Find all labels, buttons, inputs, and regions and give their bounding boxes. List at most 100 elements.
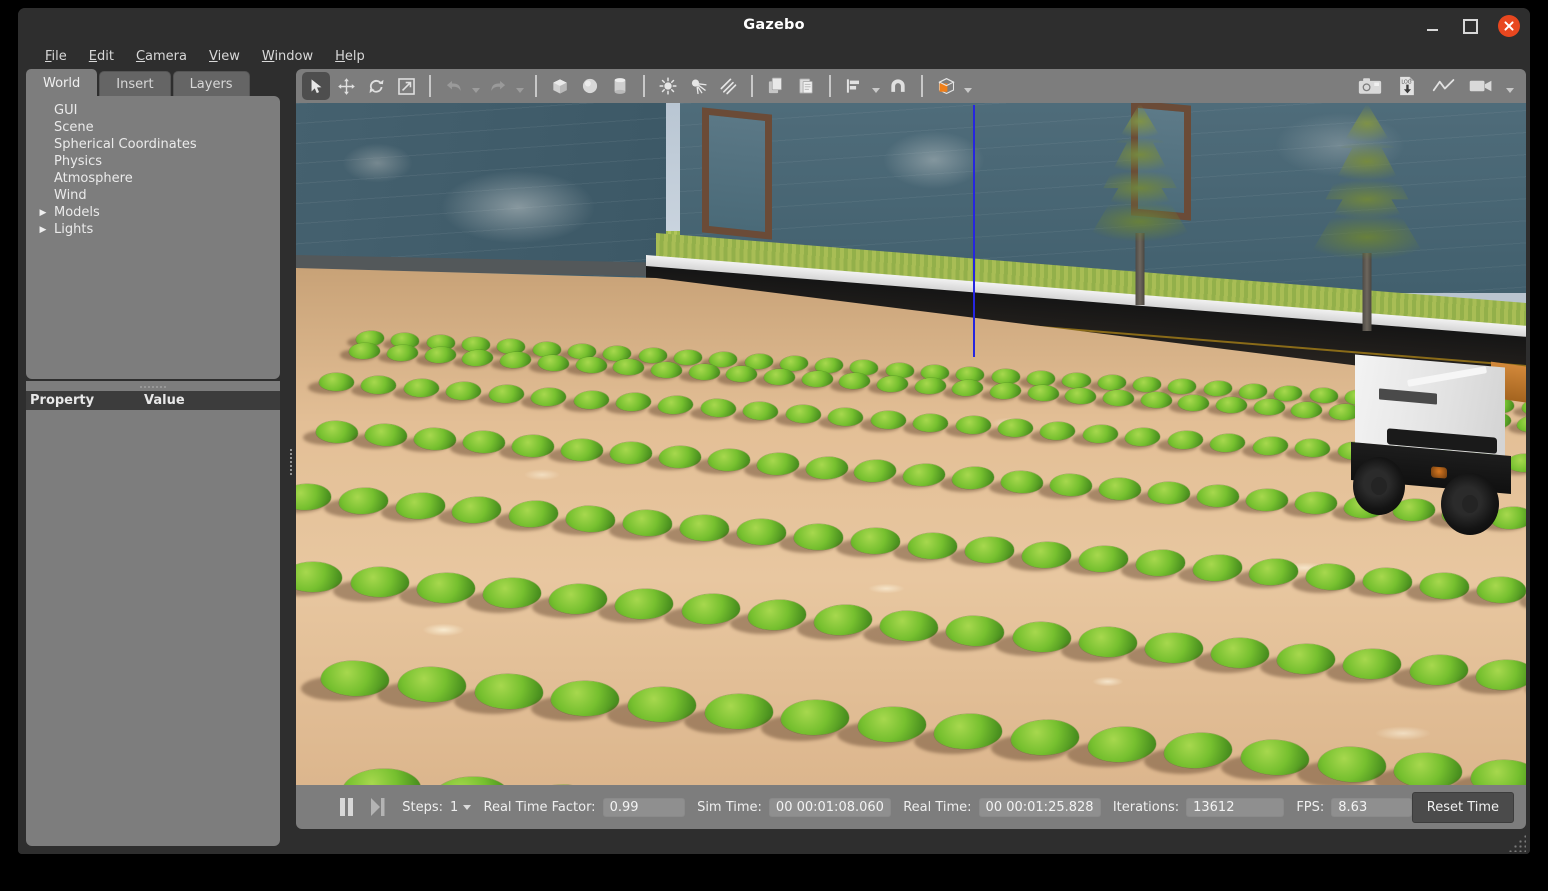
log-record-tool[interactable]: LOG [1393, 72, 1421, 100]
align-tool[interactable] [840, 72, 868, 100]
paste-tool[interactable] [792, 72, 820, 100]
lettuce-plant[interactable] [870, 410, 907, 430]
real-time-factor-label: Real Time Factor: [483, 799, 596, 815]
lettuce-plant[interactable] [650, 361, 682, 378]
tree-item-gui[interactable]: GUI [26, 102, 280, 119]
insert-box-tool[interactable] [546, 72, 574, 100]
pause-icon [339, 798, 353, 816]
lettuce-plant[interactable] [658, 445, 701, 468]
close-button[interactable] [1498, 15, 1520, 37]
chevron-right-icon[interactable]: ▶ [36, 208, 50, 218]
menu-bar: File Edit Camera View Window Help [18, 44, 1530, 69]
lettuce-plant[interactable] [638, 347, 668, 363]
step-forward-icon [370, 798, 385, 816]
redo-history-dropdown[interactable] [514, 72, 526, 100]
translate-mode-tool[interactable] [332, 72, 360, 100]
lettuce-plant[interactable] [1246, 488, 1288, 511]
lettuce-plant[interactable] [1062, 373, 1091, 388]
rotate-mode-tool[interactable] [362, 72, 390, 100]
snap-tool[interactable] [884, 72, 912, 100]
copy-icon [768, 77, 782, 94]
lettuce-plant[interactable] [707, 449, 750, 472]
ugv-robot[interactable] [1341, 354, 1526, 551]
insert-spot-light-tool[interactable] [684, 72, 712, 100]
lettuce-plant[interactable] [532, 341, 562, 357]
lettuce-plant[interactable] [991, 368, 1021, 384]
lettuce-plant[interactable] [1097, 374, 1127, 391]
scale-mode-tool[interactable] [392, 72, 420, 100]
copy-tool[interactable] [762, 72, 790, 100]
tree-item-scene[interactable]: Scene [26, 119, 280, 136]
lettuce-plant[interactable] [688, 363, 720, 381]
tree-item-wind[interactable]: Wind [26, 187, 280, 204]
lettuce-plant[interactable] [763, 368, 795, 385]
screenshot-tool[interactable] [1356, 72, 1384, 100]
tree-item-atmosphere[interactable]: Atmosphere [26, 170, 280, 187]
redo-tool[interactable] [484, 72, 512, 100]
menu-window[interactable]: Window [251, 46, 324, 67]
menu-file[interactable]: File [34, 46, 78, 67]
view-mode-dropdown[interactable] [962, 72, 974, 100]
maximize-button[interactable] [1460, 16, 1480, 36]
lettuce-plant[interactable] [1215, 396, 1247, 414]
real-time-label: Real Time: [903, 799, 972, 815]
lettuce-plant[interactable] [1102, 389, 1134, 407]
log-download-icon: LOG [1400, 76, 1414, 96]
pause-button[interactable] [334, 793, 358, 821]
lettuce-plant[interactable] [1295, 492, 1337, 514]
lettuce-plant[interactable] [1196, 484, 1239, 508]
insert-directional-light-tool[interactable] [714, 72, 742, 100]
video-record-dropdown[interactable] [1504, 72, 1516, 100]
tree-trunk [1135, 233, 1145, 305]
reset-time-button[interactable]: Reset Time [1411, 791, 1515, 823]
tab-world[interactable]: World [26, 69, 98, 97]
pine-tree-right[interactable] [1306, 103, 1428, 331]
insert-point-light-tool[interactable] [654, 72, 682, 100]
lettuce-plant[interactable] [560, 438, 603, 461]
tab-layers[interactable]: Layers [172, 71, 250, 97]
panel-horizontal-splitter[interactable] [26, 381, 280, 391]
lettuce-plant[interactable] [1291, 401, 1323, 418]
undo-history-dropdown[interactable] [470, 72, 482, 100]
splitter-grip-icon [288, 447, 292, 476]
dock-vertical-splitter[interactable] [284, 69, 296, 854]
lettuce-plant[interactable] [1098, 477, 1142, 501]
plot-tool[interactable] [1430, 72, 1458, 100]
lettuce-plant[interactable] [609, 442, 652, 464]
insert-cylinder-tool[interactable] [606, 72, 634, 100]
lettuce-plant[interactable] [1027, 370, 1056, 386]
video-record-tool[interactable] [1467, 72, 1495, 100]
menu-edit[interactable]: Edit [78, 46, 125, 67]
lettuce-plant[interactable] [912, 413, 949, 433]
select-mode-tool[interactable] [302, 72, 330, 100]
lettuce-plant[interactable] [876, 375, 908, 393]
panel-tabs: World Insert Layers [26, 69, 252, 97]
lettuce-plant[interactable] [1253, 399, 1285, 416]
steps-value[interactable]: 1 [450, 800, 458, 815]
lettuce-plant[interactable] [801, 370, 833, 388]
tab-insert[interactable]: Insert [99, 71, 171, 97]
lettuce-plant[interactable] [511, 434, 554, 458]
lettuce-plant[interactable] [1147, 481, 1190, 504]
tree-item-physics[interactable]: Physics [26, 153, 280, 170]
menu-view[interactable]: View [198, 46, 251, 67]
gazebo-3d-viewport[interactable] [296, 103, 1526, 785]
menu-help[interactable]: Help [324, 46, 376, 67]
chevron-right-icon[interactable]: ▶ [36, 225, 50, 235]
menu-camera[interactable]: Camera [125, 46, 198, 67]
tree-item-models[interactable]: ▶ Models [26, 204, 280, 221]
align-dropdown[interactable] [870, 72, 882, 100]
lettuce-plant[interactable] [756, 452, 799, 476]
tree-item-spherical-coordinates[interactable]: Spherical Coordinates [26, 136, 280, 153]
lettuce-plant[interactable] [673, 349, 703, 365]
undo-tool[interactable] [440, 72, 468, 100]
tree-item-lights[interactable]: ▶ Lights [26, 221, 280, 238]
step-button[interactable] [365, 793, 389, 821]
view-mode-tool[interactable] [932, 72, 960, 100]
sim-time-value: 00 00:01:08.060 [768, 797, 891, 817]
lettuce-plant[interactable] [1178, 394, 1210, 411]
chevron-down-icon[interactable] [463, 804, 472, 810]
minimize-button[interactable] [1422, 16, 1442, 36]
pine-tree-left[interactable] [1086, 103, 1194, 308]
insert-sphere-tool[interactable] [576, 72, 604, 100]
